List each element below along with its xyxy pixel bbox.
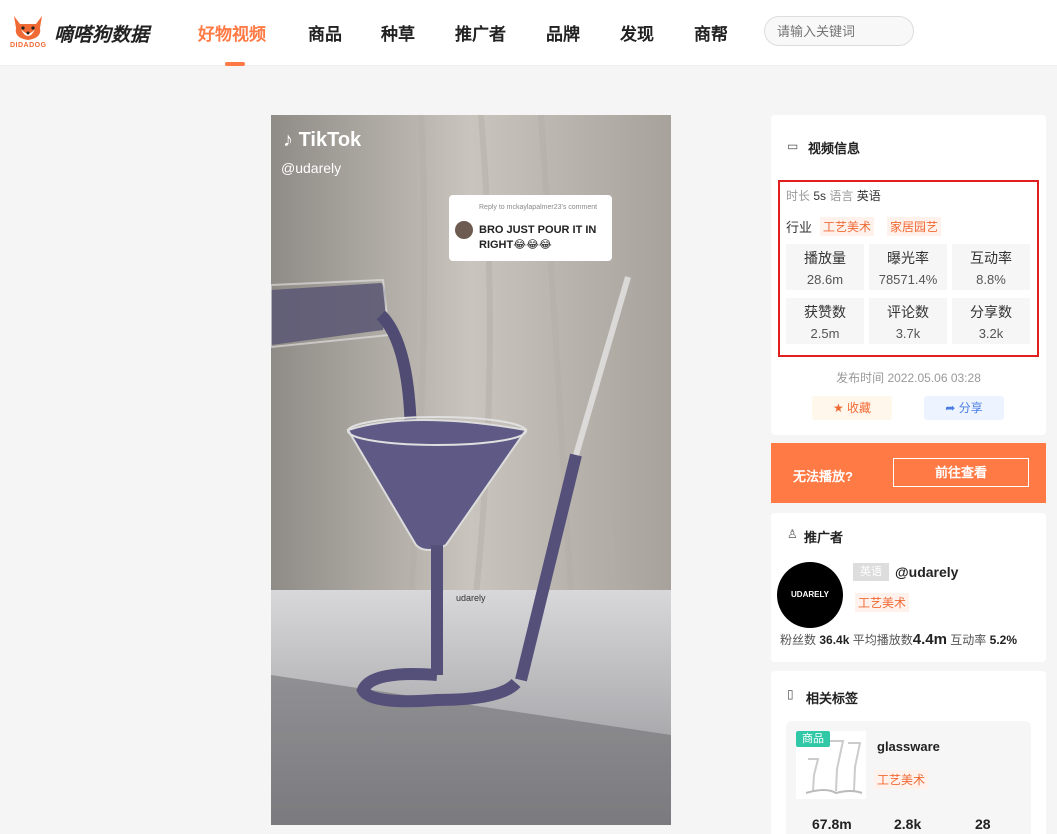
search-input[interactable]	[764, 16, 914, 46]
promoter-tag[interactable]: 工艺美术	[855, 593, 910, 612]
logo-name: 嘀嗒狗数据	[54, 25, 150, 46]
top-header: DIDADOG 嘀嗒狗数据 好物视频 商品 种草 推广者 品牌 发现 商帮	[0, 0, 1057, 66]
tag-stat: 2.8k	[894, 816, 922, 832]
publish-time: 发布时间 2022.05.06 03:28	[836, 371, 981, 385]
language-value: 英语	[856, 189, 881, 203]
avg-play-label: 平均播放数	[852, 633, 913, 647]
duration-value: 5s	[813, 189, 827, 203]
stat-likes: 获赞数 2.5m	[786, 298, 864, 344]
stat-label: 分享数	[970, 304, 1012, 320]
stat-value: 3.7k	[895, 326, 921, 341]
tag-stat: 67.8m	[812, 816, 852, 832]
share-button[interactable]: ➦ 分享	[924, 396, 1004, 420]
stat-plays: 播放量 28.6m	[786, 244, 864, 290]
industry-tag[interactable]: 家居园艺	[887, 217, 942, 236]
promoter-title: 推广者	[804, 530, 844, 545]
stat-label: 获赞数	[804, 304, 846, 320]
nav-item-brands[interactable]: 品牌	[546, 20, 580, 45]
nav-item-seeding[interactable]: 种草	[381, 20, 415, 45]
stat-value: 28.6m	[806, 272, 844, 287]
nav-active-indicator	[225, 62, 245, 66]
favorite-label: 收藏	[847, 401, 872, 415]
language-label: 语言	[829, 189, 854, 203]
stat-value: 78571.4%	[878, 272, 938, 287]
platform-name: TikTok	[298, 129, 362, 151]
reply-comment-bubble: Reply to mckaylapalmer23's comment BRO J…	[449, 195, 612, 261]
promoter-stats: 粉丝数 36.4k 平均播放数4.4m 互动率 5.2%	[780, 631, 1017, 648]
engagement-label: 互动率	[950, 633, 987, 647]
duration-row: 时长 5s 语言 英语	[786, 187, 881, 204]
stat-label: 评论数	[887, 304, 929, 320]
engagement-value: 5.2%	[989, 633, 1018, 647]
fans-label: 粉丝数	[780, 633, 817, 647]
bookmark-icon: ▯	[787, 687, 794, 701]
tiktok-logo: ♪ TikTok	[283, 129, 361, 152]
stat-comments: 评论数 3.7k	[869, 298, 947, 344]
nav-item-shangbang[interactable]: 商帮	[694, 20, 728, 45]
tiktok-note-icon: ♪	[283, 129, 293, 151]
promoter-avatar[interactable]: UDARELY	[777, 562, 843, 628]
stat-value: 8.8%	[976, 272, 1006, 287]
cannot-play-text: 无法播放?	[793, 469, 853, 484]
duration-label: 时长	[786, 189, 811, 203]
product-category-tag[interactable]: 工艺美术	[874, 770, 929, 789]
go-view-button[interactable]: 前往查看	[893, 458, 1029, 487]
logo[interactable]: DIDADOG 嘀嗒狗数据	[8, 10, 150, 54]
language-badge: 英语	[853, 563, 889, 581]
stat-value: 2.5m	[810, 326, 840, 341]
stat-label: 播放量	[804, 250, 846, 266]
favorite-button[interactable]: ★ 收藏	[812, 396, 892, 420]
stat-label: 互动率	[970, 250, 1012, 266]
avg-play-value: 4.4m	[912, 631, 947, 648]
video-info-title: 视频信息	[808, 141, 861, 156]
video-handle: @udarely	[281, 160, 342, 176]
tag-stat: 28	[975, 816, 991, 832]
star-icon: ★	[832, 401, 844, 415]
stat-shares: 分享数 3.2k	[952, 298, 1030, 344]
video-watermark: udarely	[456, 593, 486, 603]
person-icon: ♙	[787, 527, 798, 541]
share-label: 分享	[958, 401, 983, 415]
product-tag-name[interactable]: glassware	[877, 739, 940, 754]
nav-item-videos[interactable]: 好物视频	[198, 20, 266, 45]
stat-value: 3.2k	[978, 326, 1004, 341]
industry-label: 行业	[786, 220, 813, 235]
dog-logo-icon	[14, 16, 42, 40]
stat-label: 曝光率	[887, 250, 929, 266]
related-tags-title: 相关标签	[806, 691, 859, 706]
stat-exposure: 曝光率 78571.4%	[869, 244, 947, 290]
nav-item-promoters[interactable]: 推广者	[455, 20, 506, 45]
share-arrow-icon: ➦	[945, 401, 956, 415]
reply-to-text: Reply to mckaylapalmer23's comment	[479, 204, 598, 211]
fans-value: 36.4k	[819, 633, 850, 647]
cannot-play-banner: 无法播放? 前往查看	[771, 443, 1046, 503]
video-icon: ▭	[787, 139, 799, 153]
video-player[interactable]: ♪ TikTok @udarely Reply to mckaylapalmer…	[271, 115, 671, 825]
industry-tag[interactable]: 工艺美术	[820, 217, 875, 236]
nav-item-discover[interactable]: 发现	[620, 20, 654, 45]
logo-subtext: DIDADOG	[10, 42, 47, 49]
commenter-avatar	[455, 221, 473, 239]
nav-item-products[interactable]: 商品	[308, 20, 342, 45]
comment-text: BRO JUST POUR IT IN RIGHT😂😂😂	[479, 224, 597, 251]
promoter-handle[interactable]: @udarely	[895, 564, 958, 580]
stat-engagement: 互动率 8.8%	[952, 244, 1030, 290]
product-badge: 商品	[796, 731, 830, 747]
